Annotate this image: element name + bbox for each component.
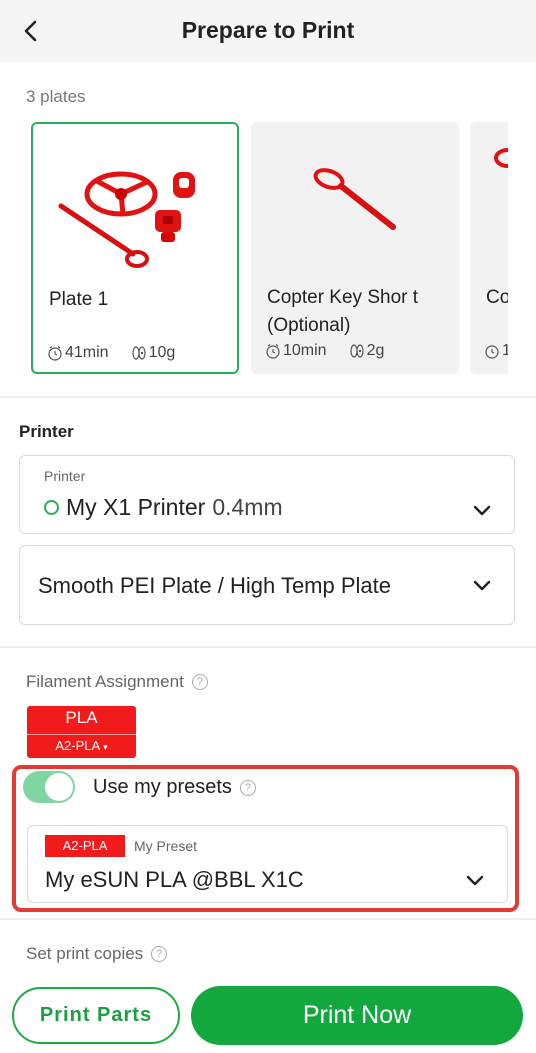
section-divider [0,918,536,920]
status-ring-icon [44,500,59,515]
filament-chip[interactable]: PLA A2-PLA ▾ [27,706,136,758]
plate-card-2[interactable]: Copter Key Shor t (Optional) 10min 2g [251,122,459,374]
header-bar: Prepare to Print [0,0,536,62]
printer-field-label: Printer [44,468,86,484]
section-divider [0,646,536,648]
chip-divider [27,734,136,735]
page-title: Prepare to Print [181,17,355,43]
clock-icon [48,346,62,361]
filament-weight: 10g [148,344,176,361]
plate-card-3[interactable]: Co (O 1 [470,122,508,374]
printer-section-label: Printer [19,422,74,441]
filament-type: PLA [65,708,98,727]
print-copies-text: Set print copies [26,944,144,963]
plate-type-value: Smooth PEI Plate / High Temp Plate [38,573,391,598]
clock-icon [485,345,499,359]
print-parts-button[interactable]: Print Parts [12,987,180,1044]
filament-label-text: Filament Assignment [26,672,184,691]
nozzle-size: 0.4mm [212,494,283,520]
printer-name: My X1 Printer [66,494,206,520]
use-presets-toggle[interactable] [23,771,75,803]
chevron-down-icon [473,580,491,591]
plate-card-1[interactable]: Plate 1 41min 10g [31,122,239,374]
plate-1-thumbnail [58,171,195,268]
print-copies-label: Set print copies ? [26,944,168,964]
plate-carousel[interactable]: Plate 1 41min 10g Copter Key Shor t (Opt… [31,122,508,374]
clock-icon [266,344,280,359]
plate-meta: 41min 10g [47,344,175,362]
plates-count-label: 3 plates [26,87,86,106]
plate-name: Plate 1 [49,289,109,310]
print-now-button[interactable]: Print Now [191,986,523,1045]
help-icon[interactable]: ? [239,779,256,796]
plate-meta: 10min 2g [265,342,384,360]
filament-weight: 2g [366,342,385,359]
filament-spool-icon [349,344,364,358]
printer-value: My X1 Printer 0.4mm [44,494,283,521]
section-divider [0,396,536,398]
chevron-down-icon [466,875,484,886]
chevron-down-icon [473,505,491,516]
use-presets-text: Use my presets [93,776,232,798]
plate-name: Co (O [486,287,508,308]
plate-name: Copter Key Shor t (Optional) [267,287,419,336]
preset-sub-label: My Preset [134,838,198,854]
preset-value: My eSUN PLA @BBL X1C [45,867,304,892]
preset-tag: A2-PLA [45,835,125,857]
plate-2-thumbnail [313,168,396,230]
print-time: 41min [65,344,109,361]
print-time: 1 [502,342,508,359]
preset-select[interactable]: A2-PLA My Preset My eSUN PLA @BBL X1C [27,825,508,903]
help-icon[interactable]: ? [151,946,168,962]
use-presets-label: Use my presets ? [93,776,256,799]
plate-meta: 1 [484,342,508,360]
toggle-knob [45,773,73,801]
filament-section-label: Filament Assignment ? [26,672,208,692]
plate-3-thumbnail [494,148,508,168]
caret-down-icon: ▾ [103,742,108,752]
print-time: 10min [283,342,327,359]
filament-spool-icon [131,346,146,360]
help-icon[interactable]: ? [191,674,208,690]
filament-preset-dropdown: A2-PLA ▾ [27,738,136,753]
plate-type-select[interactable]: Smooth PEI Plate / High Temp Plate [19,545,515,625]
printer-select[interactable]: Printer My X1 Printer 0.4mm [19,455,515,534]
filament-preset: A2-PLA [55,738,100,753]
